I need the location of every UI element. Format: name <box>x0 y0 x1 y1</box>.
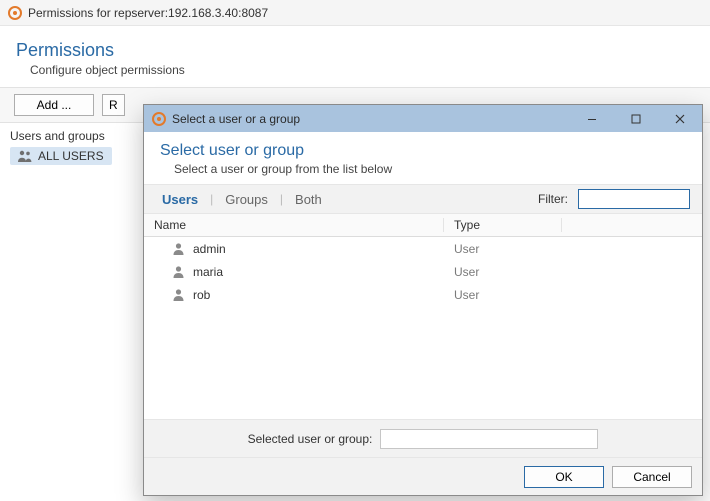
row-name: rob <box>193 288 210 302</box>
dialog-titlebar[interactable]: Select a user or a group <box>144 105 702 132</box>
selected-input[interactable] <box>380 429 598 449</box>
tab-separator: | <box>278 192 285 206</box>
page-header: Permissions Configure object permissions <box>0 26 710 87</box>
filter-label: Filter: <box>538 192 568 206</box>
table-body: admin User maria User rob User <box>144 237 702 419</box>
row-name: admin <box>193 242 226 256</box>
dialog-header-title: Select user or group <box>160 142 686 160</box>
close-button[interactable] <box>658 105 702 132</box>
selected-bar: Selected user or group: <box>144 419 702 457</box>
add-button[interactable]: Add ... <box>14 94 94 116</box>
dialog-filterbar: Users | Groups | Both Filter: <box>144 184 702 214</box>
filter-input[interactable] <box>578 189 690 209</box>
app-icon <box>152 112 166 126</box>
tab-users[interactable]: Users <box>156 192 204 207</box>
ok-button[interactable]: OK <box>524 466 604 488</box>
row-type: User <box>444 288 562 302</box>
selected-label: Selected user or group: <box>248 432 373 446</box>
cancel-button[interactable]: Cancel <box>612 466 692 488</box>
table-row[interactable]: rob User <box>144 283 702 306</box>
app-icon <box>8 6 22 20</box>
sidebar-item-all-users[interactable]: ALL USERS <box>10 147 112 165</box>
user-icon <box>172 242 185 255</box>
maximize-button[interactable] <box>614 105 658 132</box>
table-row[interactable]: maria User <box>144 260 702 283</box>
row-type: User <box>444 242 562 256</box>
column-header-type[interactable]: Type <box>444 218 562 232</box>
parent-window-titlebar: Permissions for repserver:192.168.3.40:8… <box>0 0 710 26</box>
minimize-button[interactable] <box>570 105 614 132</box>
tab-both[interactable]: Both <box>289 192 328 207</box>
tab-groups[interactable]: Groups <box>219 192 274 207</box>
row-name: maria <box>193 265 223 279</box>
parent-window-title: Permissions for repserver:192.168.3.40:8… <box>28 6 268 20</box>
user-icon <box>172 288 185 301</box>
select-user-dialog: Select a user or a group Select user or … <box>143 104 703 496</box>
remove-button-partial[interactable]: R <box>102 94 125 116</box>
dialog-window-buttons <box>570 105 702 132</box>
sidebar-item-label: ALL USERS <box>38 149 104 163</box>
user-icon <box>172 265 185 278</box>
row-type: User <box>444 265 562 279</box>
people-icon <box>18 150 32 162</box>
dialog-title: Select a user or a group <box>172 112 300 126</box>
page-title: Permissions <box>16 40 694 61</box>
dialog-header: Select user or group Select a user or gr… <box>144 132 702 184</box>
table-row[interactable]: admin User <box>144 237 702 260</box>
page-subtitle: Configure object permissions <box>30 63 694 77</box>
dialog-footer: OK Cancel <box>144 457 702 495</box>
table-header: Name Type <box>144 214 702 237</box>
column-header-name[interactable]: Name <box>144 218 444 232</box>
dialog-header-subtitle: Select a user or group from the list bel… <box>174 162 686 176</box>
tab-separator: | <box>208 192 215 206</box>
